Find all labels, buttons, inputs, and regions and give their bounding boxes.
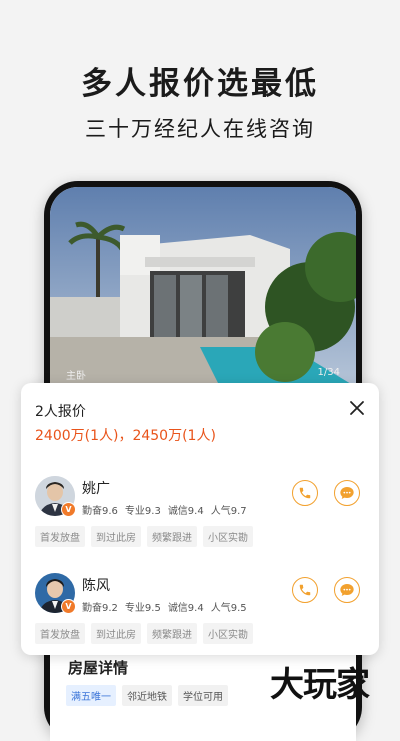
agent-stats: 勤奋9.2 专业9.5 诚信9.4 人气9.5	[82, 599, 247, 614]
agent-tags: 首发放盘 到过此房 频繁跟进 小区实勘	[35, 526, 253, 547]
message-button[interactable]	[334, 480, 360, 506]
agent-tag: 频繁跟进	[147, 526, 197, 547]
stat-popularity: 人气9.5	[210, 603, 247, 614]
stat-professional: 专业9.5	[124, 603, 161, 614]
stat-integrity: 诚信9.4	[167, 506, 204, 517]
stat-popularity: 人气9.7	[210, 506, 247, 517]
agent-name: 陈风	[82, 578, 110, 594]
photo-room-label: 主卧	[66, 371, 86, 382]
phone-icon	[299, 487, 311, 499]
stat-diligence: 勤奋9.2	[82, 603, 118, 614]
close-icon	[350, 401, 364, 415]
promo-headline: 多人报价选最低	[81, 66, 319, 102]
agent-tag: 首发放盘	[35, 526, 85, 547]
close-button[interactable]	[347, 398, 367, 418]
agent-tag: 频繁跟进	[147, 623, 197, 644]
call-button[interactable]	[292, 480, 318, 506]
stat-diligence: 勤奋9.6	[82, 506, 118, 517]
agent-tag: 小区实勘	[203, 526, 253, 547]
agent-tag: 首发放盘	[35, 623, 85, 644]
verified-badge: V	[61, 502, 76, 517]
agent-name: 姚广	[82, 481, 110, 497]
stat-professional: 专业9.3	[124, 506, 161, 517]
chat-bubble-icon	[340, 487, 354, 499]
promo-subline: 三十万经纪人在线咨询	[85, 117, 315, 141]
quote-panel: 2人报价 2400万(1人)，2450万(1人) V 姚广 勤奋9.6 专业9.…	[21, 383, 379, 655]
agent-stats: 勤奋9.6 专业9.3 诚信9.4 人气9.7	[82, 502, 247, 517]
photo-counter: 1/34	[317, 367, 340, 378]
feature-chips: 满五唯一 邻近地铁 学位可用	[66, 685, 228, 706]
feature-chip: 邻近地铁	[122, 685, 172, 706]
agent-tags: 首发放盘 到过此房 频繁跟进 小区实勘	[35, 623, 253, 644]
agent-card[interactable]: V 陈风 勤奋9.2 专业9.5 诚信9.4 人气9.5 首发放盘 到过此房 频…	[21, 573, 379, 668]
agent-tag: 到过此房	[91, 623, 141, 644]
agent-tag: 到过此房	[91, 526, 141, 547]
feature-chip: 满五唯一	[66, 685, 116, 706]
watermark-logo: 大玩家	[270, 665, 370, 705]
agent-card[interactable]: V 姚广 勤奋9.6 专业9.3 诚信9.4 人气9.7 首发放盘 到过此房 频…	[21, 476, 379, 571]
quote-prices: 2400万(1人)，2450万(1人)	[35, 428, 216, 444]
message-button[interactable]	[334, 577, 360, 603]
agent-tag: 小区实勘	[203, 623, 253, 644]
listing-photo[interactable]: 主卧 1/34	[50, 187, 356, 387]
feature-chip: 学位可用	[178, 685, 228, 706]
call-button[interactable]	[292, 577, 318, 603]
chat-bubble-icon	[340, 584, 354, 596]
phone-icon	[299, 584, 311, 596]
quote-count-title: 2人报价	[35, 404, 86, 420]
stat-integrity: 诚信9.4	[167, 603, 204, 614]
verified-badge: V	[61, 599, 76, 614]
